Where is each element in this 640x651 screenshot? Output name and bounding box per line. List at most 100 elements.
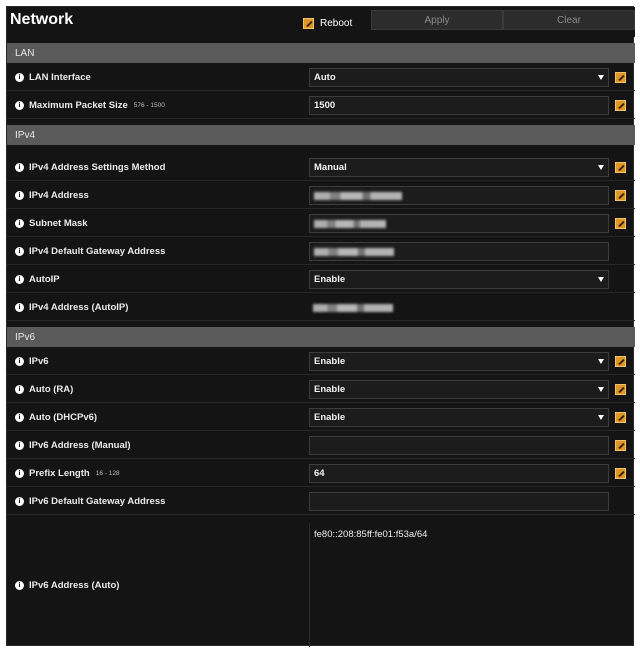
section-lan: LAN	[7, 43, 635, 63]
reboot-label: Reboot	[320, 17, 353, 29]
ipv4-method-label: IPv4 Address Settings Method	[29, 161, 166, 173]
autoip-address-value	[313, 298, 393, 317]
info-icon[interactable]: i	[15, 274, 24, 284]
row-ipv6-enable: i IPv6 Enable	[7, 347, 635, 375]
chevron-down-icon	[598, 415, 604, 420]
ipv6-enable-pencil-icon[interactable]	[615, 356, 626, 367]
packet-size-range: 576 - 1500	[133, 101, 165, 109]
row-auto-dhcpv6: i Auto (DHCPv6) Enable	[7, 403, 635, 431]
lan-interface-pencil-icon[interactable]	[615, 72, 626, 83]
packet-size-input[interactable]: 1500	[309, 96, 609, 115]
info-icon[interactable]: i	[15, 496, 24, 506]
chevron-down-icon	[598, 387, 604, 392]
auto-dhcpv6-pencil-icon[interactable]	[615, 412, 626, 423]
info-icon[interactable]: i	[15, 440, 24, 450]
ipv6-manual-input[interactable]	[309, 436, 609, 455]
ipv6-manual-label: IPv6 Address (Manual)	[29, 439, 131, 451]
autoip-value: Enable	[314, 274, 346, 285]
ipv4-method-value: Manual	[314, 162, 347, 173]
row-autoip: i AutoIP Enable	[7, 265, 635, 293]
apply-button[interactable]: Apply	[371, 10, 503, 30]
ipv6-auto-address-value: fe80::208:85ff:fe01:f53a/64	[314, 529, 428, 540]
prefix-length-range: 16 - 128	[95, 469, 120, 477]
auto-ra-select[interactable]: Enable	[309, 380, 609, 399]
packet-size-value: 1500	[314, 100, 336, 111]
info-icon[interactable]: i	[15, 100, 24, 110]
packet-size-label: Maximum Packet Size	[29, 99, 128, 111]
info-icon[interactable]: i	[15, 218, 24, 228]
prefix-length-input[interactable]: 64	[309, 464, 609, 483]
ipv6-manual-pencil-icon[interactable]	[615, 440, 626, 451]
info-icon[interactable]: i	[15, 412, 24, 422]
info-icon[interactable]: i	[15, 190, 24, 200]
row-ipv6-auto-address: i IPv6 Address (Auto) fe80::208:85ff:fe01…	[7, 523, 635, 647]
row-prefix-length: i Prefix Length 16 - 128 64	[7, 459, 635, 487]
auto-ra-label: Auto (RA)	[29, 383, 74, 395]
info-icon[interactable]: i	[15, 356, 24, 366]
info-icon[interactable]: i	[15, 246, 24, 256]
prefix-length-label: Prefix Length	[29, 467, 90, 479]
header-bar: Network Reboot Apply Clear	[7, 7, 635, 37]
row-lan-interface: i LAN Interface Auto	[7, 63, 635, 91]
chevron-down-icon	[598, 359, 604, 364]
subnet-mask-label: Subnet Mask	[29, 217, 88, 229]
auto-ra-pencil-icon[interactable]	[615, 384, 626, 395]
ipv6-enable-select[interactable]: Enable	[309, 352, 609, 371]
ipv4-address-input[interactable]	[309, 186, 609, 205]
redacted-value	[313, 303, 393, 312]
network-settings-panel: Network Reboot Apply Clear LAN i LAN Inte…	[6, 6, 635, 647]
lan-interface-label: LAN Interface	[29, 71, 91, 83]
clear-button[interactable]: Clear	[503, 10, 635, 30]
reboot-pencil-icon	[303, 17, 314, 29]
info-icon[interactable]: i	[15, 72, 24, 82]
ipv4-address-pencil-icon[interactable]	[615, 190, 626, 201]
ipv4-method-pencil-icon[interactable]	[615, 162, 626, 173]
info-icon[interactable]: i	[15, 384, 24, 394]
subnet-mask-input[interactable]	[309, 214, 609, 233]
chevron-down-icon	[598, 277, 604, 282]
ipv6-auto-address-box: fe80::208:85ff:fe01:f53a/64	[309, 523, 635, 647]
auto-ra-value: Enable	[314, 384, 346, 395]
chevron-down-icon	[598, 75, 604, 80]
row-ipv6-manual: i IPv6 Address (Manual)	[7, 431, 635, 459]
chevron-down-icon	[598, 165, 604, 170]
page-title: Network	[10, 11, 74, 28]
ipv4-address-label: IPv4 Address	[29, 189, 89, 201]
row-ipv4-method: i IPv4 Address Settings Method Manual	[7, 153, 635, 181]
ipv6-gateway-input[interactable]	[309, 492, 609, 511]
autoip-label: AutoIP	[29, 273, 60, 285]
reboot-button[interactable]: Reboot	[303, 13, 352, 33]
row-packet-size: i Maximum Packet Size 576 - 1500 1500	[7, 91, 635, 119]
section-ipv4: IPv4	[7, 125, 635, 145]
prefix-length-value: 64	[314, 468, 325, 479]
ipv6-label: IPv6	[29, 355, 49, 367]
redacted-value	[314, 219, 386, 228]
subnet-mask-pencil-icon[interactable]	[615, 218, 626, 229]
row-auto-ra: i Auto (RA) Enable	[7, 375, 635, 403]
row-subnet-mask: i Subnet Mask	[7, 209, 635, 237]
ipv6-auto-address-label: IPv6 Address (Auto)	[29, 579, 120, 591]
row-autoip-address: i IPv4 Address (AutoIP)	[7, 293, 635, 321]
ipv4-gateway-input[interactable]	[309, 242, 609, 261]
lan-interface-select[interactable]: Auto	[309, 68, 609, 87]
row-ipv6-gateway: i IPv6 Default Gateway Address	[7, 487, 635, 515]
packet-size-pencil-icon[interactable]	[615, 100, 626, 111]
info-icon[interactable]: i	[15, 302, 24, 312]
info-icon[interactable]: i	[15, 468, 24, 478]
ipv4-method-select[interactable]: Manual	[309, 158, 609, 177]
redacted-value	[314, 247, 394, 256]
autoip-select[interactable]: Enable	[309, 270, 609, 289]
info-icon[interactable]: i	[15, 580, 24, 590]
row-ipv4-gateway: i IPv4 Default Gateway Address	[7, 237, 635, 265]
prefix-length-pencil-icon[interactable]	[615, 468, 626, 479]
info-icon[interactable]: i	[15, 162, 24, 172]
ipv6-enable-value: Enable	[314, 356, 346, 367]
lan-interface-value: Auto	[314, 72, 336, 83]
autoip-address-label: IPv4 Address (AutoIP)	[29, 301, 129, 313]
auto-dhcpv6-value: Enable	[314, 412, 346, 423]
auto-dhcpv6-select[interactable]: Enable	[309, 408, 609, 427]
auto-dhcpv6-label: Auto (DHCPv6)	[29, 411, 98, 423]
ipv4-gateway-label: IPv4 Default Gateway Address	[29, 245, 166, 257]
row-ipv4-address: i IPv4 Address	[7, 181, 635, 209]
section-ipv6: IPv6	[7, 327, 635, 347]
